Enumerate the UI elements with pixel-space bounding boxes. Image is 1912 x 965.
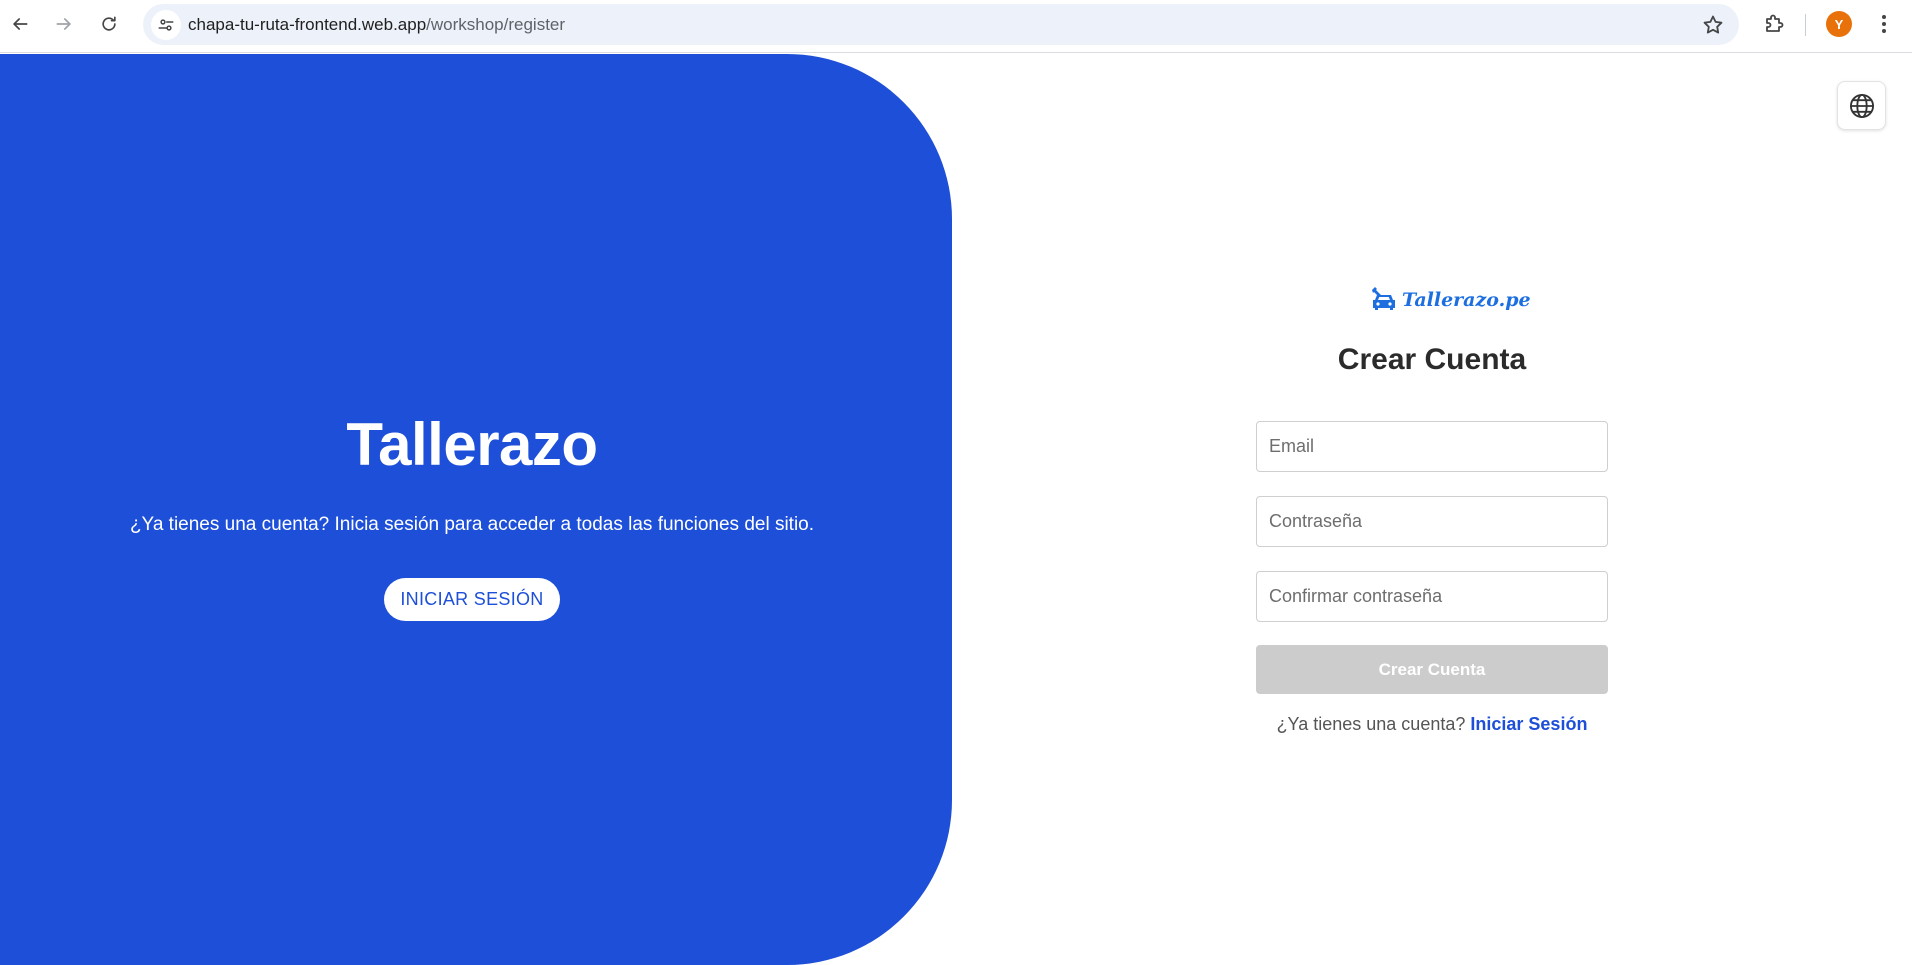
- url-path: /workshop/register: [426, 15, 566, 34]
- tune-icon: [158, 19, 174, 31]
- hero-subtitle: ¿Ya tienes una cuenta? Inicia sesión par…: [129, 514, 815, 535]
- address-bar[interactable]: chapa-tu-ruta-frontend.web.app/workshop/…: [143, 4, 1739, 45]
- form-title: Crear Cuenta: [1337, 343, 1527, 376]
- extensions-button[interactable]: [1760, 10, 1788, 38]
- globe-icon: [1849, 93, 1874, 118]
- toolbar-separator: [1805, 14, 1806, 36]
- create-account-button[interactable]: Crear Cuenta: [1256, 645, 1608, 694]
- forward-button[interactable]: [48, 8, 80, 40]
- login-link[interactable]: Iniciar Sesión: [1470, 714, 1587, 734]
- url-text[interactable]: chapa-tu-ruta-frontend.web.app/workshop/…: [188, 15, 565, 35]
- hero-panel: Tallerazo ¿Ya tienes una cuenta? Inicia …: [0, 54, 952, 965]
- brand-logo: Tallerazo.pe: [1368, 282, 1531, 318]
- back-button[interactable]: [4, 8, 36, 40]
- url-host: chapa-tu-ruta-frontend.web.app: [188, 15, 427, 34]
- password-field[interactable]: [1256, 496, 1608, 547]
- browser-toolbar: chapa-tu-ruta-frontend.web.app/workshop/…: [0, 0, 1912, 53]
- logo-text: Tallerazo.pe: [1402, 289, 1531, 311]
- reload-icon: [102, 16, 116, 31]
- register-page: Tallerazo ¿Ya tienes una cuenta? Inicia …: [0, 54, 1912, 965]
- car-wrench-icon: [1372, 287, 1395, 310]
- back-arrow-icon: [13, 18, 28, 30]
- hero-login-button[interactable]: INICIAR SESIÓN: [384, 578, 560, 621]
- profile-avatar[interactable]: Y: [1826, 11, 1852, 37]
- login-prompt: ¿Ya tienes una cuenta? Iniciar Sesión: [1256, 714, 1608, 735]
- have-account-text: ¿Ya tienes una cuenta?: [1276, 714, 1466, 734]
- forward-arrow-icon: [56, 18, 71, 30]
- reload-button[interactable]: [93, 8, 125, 40]
- site-info-button[interactable]: [151, 10, 181, 40]
- email-field[interactable]: [1256, 421, 1608, 472]
- more-vert-icon: [1882, 15, 1886, 33]
- bookmark-star-icon[interactable]: [1701, 13, 1725, 37]
- confirm-password-field[interactable]: [1256, 571, 1608, 622]
- hero-title: Tallerazo: [346, 411, 598, 478]
- puzzle-icon: [1766, 14, 1784, 32]
- browser-menu-button[interactable]: [1870, 10, 1898, 38]
- language-button[interactable]: [1837, 81, 1886, 130]
